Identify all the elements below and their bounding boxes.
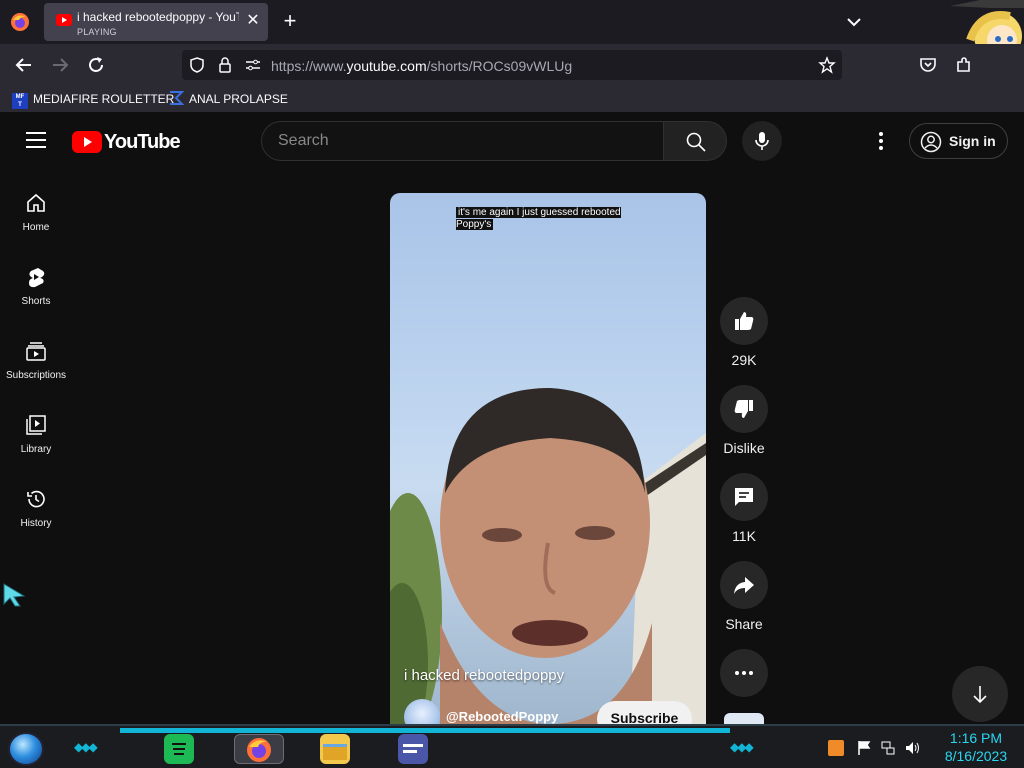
browser-navigation-bar: https://www.youtube.com/shorts/ROCs09vWL… [0, 44, 1024, 86]
close-tab-icon[interactable]: ✕ [244, 12, 262, 30]
sidebar-item-home[interactable]: Home [0, 192, 72, 266]
back-arrow-icon[interactable] [10, 51, 38, 79]
like-count: 29K [731, 352, 757, 368]
bookmark-star-icon[interactable] [818, 56, 836, 74]
comment-icon [735, 488, 753, 506]
clock-time[interactable]: 1:16 PM [936, 730, 1016, 746]
sign-in-button[interactable]: Sign in [909, 123, 1008, 159]
start-button[interactable] [8, 732, 44, 766]
browser-tab-active[interactable]: i hacked rebootedpoppy - YouTube PLAYING… [44, 3, 268, 41]
firefox-menu-icon[interactable] [10, 12, 30, 32]
thumbs-down-icon [734, 400, 753, 418]
tray-app-icon[interactable] [828, 740, 844, 756]
taskbar-decoration-icon: ◆◆◆ [730, 740, 754, 754]
hamburger-menu-icon[interactable] [26, 132, 46, 148]
bookmark-sigma-icon [170, 91, 184, 105]
youtube-favicon-icon [56, 14, 72, 26]
sidebar-label: Subscriptions [5, 370, 67, 381]
url-text[interactable]: https://www.youtube.com/shorts/ROCs09vWL… [271, 58, 572, 74]
browser-tab-bar: i hacked rebootedpoppy - YouTube PLAYING… [0, 0, 1024, 72]
short-video-player[interactable]: it's me again I just guessed rebooted Po… [390, 193, 706, 724]
mediafire-icon: MF T [12, 93, 28, 109]
tab-title: i hacked rebootedpoppy - YouTube [77, 10, 239, 24]
channel-name[interactable]: @RebootedPoppy [446, 709, 558, 724]
forward-arrow-icon[interactable] [46, 51, 74, 79]
lock-icon[interactable] [216, 56, 234, 74]
share-label: Share [725, 616, 763, 632]
microphone-icon [755, 132, 769, 150]
share-button[interactable] [720, 561, 768, 609]
sidebar-item-history[interactable]: History [0, 488, 72, 562]
youtube-play-logo-icon [72, 131, 102, 153]
site-permissions-icon[interactable] [244, 56, 262, 74]
library-icon [26, 415, 46, 435]
more-actions-button[interactable] [720, 649, 768, 697]
more-horizontal-icon [735, 671, 753, 675]
bookmark-mediafire[interactable]: MF T MEDIAFIRE ROULETTER [12, 90, 174, 109]
short-title[interactable]: i hacked rebootedpoppy [404, 667, 564, 684]
sidebar-label: History [20, 518, 52, 529]
sidebar-item-shorts[interactable]: Shorts [0, 266, 72, 340]
youtube-logo[interactable]: YouTube [72, 131, 181, 153]
action-center-flag-icon[interactable] [856, 740, 872, 756]
sidebar-label: Shorts [21, 296, 51, 307]
pocket-icon[interactable] [918, 55, 938, 75]
home-icon [27, 193, 45, 212]
search-button[interactable] [663, 121, 727, 161]
bookmarks-toolbar: MF T MEDIAFIRE ROULETTER ANAL PROLAPSE [0, 86, 1024, 112]
comments-button[interactable] [720, 473, 768, 521]
reload-icon[interactable] [82, 51, 110, 79]
voice-search-button[interactable] [742, 121, 782, 161]
firefox-app-icon [247, 738, 271, 762]
sidebar-label: Home [22, 222, 50, 233]
network-icon[interactable] [880, 740, 896, 756]
search-input[interactable]: Search [261, 121, 664, 161]
audio-thumbnail[interactable] [724, 713, 764, 724]
clock-date[interactable]: 8/16/2023 [936, 748, 1016, 764]
video-frame-image [390, 388, 706, 724]
tracking-protection-shield-icon[interactable] [188, 56, 206, 74]
search-placeholder: Search [278, 132, 329, 149]
search-icon [686, 132, 706, 152]
video-caption: it's me again I just guessed rebooted Po… [456, 207, 621, 230]
chevron-down-icon[interactable] [844, 12, 864, 32]
history-icon [27, 490, 45, 508]
share-arrow-icon [734, 577, 754, 594]
subscribe-button[interactable]: Subscribe [597, 701, 692, 724]
taskbar: ◆◆◆ ◆◆◆ 1:16 PM 8/16/2023 [0, 724, 1024, 768]
shorts-icon [29, 268, 45, 288]
bookmark-second[interactable]: ANAL PROLAPSE [168, 90, 288, 108]
more-options-icon[interactable] [869, 129, 893, 153]
spotify-app-icon[interactable] [164, 734, 194, 764]
like-button[interactable] [720, 297, 768, 345]
address-bar[interactable]: https://www.youtube.com/shorts/ROCs09vWL… [182, 50, 842, 80]
arrow-down-icon [973, 686, 987, 704]
extensions-puzzle-icon[interactable] [954, 55, 974, 75]
new-tab-button[interactable]: + [280, 10, 300, 34]
tab-playing-status: PLAYING [77, 27, 117, 37]
firefox-taskbar-button[interactable] [234, 734, 284, 764]
youtube-page: YouTube Search Sign in Home Shorts Subsc… [0, 112, 1024, 724]
mouse-cursor-icon [3, 583, 26, 607]
control-panel-icon[interactable] [398, 734, 428, 764]
comment-count: 11K [732, 528, 756, 544]
sidebar-item-subscriptions[interactable]: Subscriptions [0, 340, 72, 414]
sidebar-label: Library [20, 444, 52, 455]
subscriptions-icon [26, 342, 46, 361]
sidebar-item-library[interactable]: Library [0, 414, 72, 488]
next-short-button[interactable] [952, 666, 1008, 722]
thumbs-up-icon [735, 312, 754, 330]
youtube-logo-text: YouTube [104, 131, 181, 153]
volume-icon[interactable] [904, 740, 920, 756]
sign-in-label: Sign in [949, 133, 996, 149]
taskbar-accent-stripe [120, 728, 730, 733]
account-circle-icon [920, 131, 942, 153]
taskbar-decoration-icon: ◆◆◆ [74, 740, 98, 754]
dislike-label: Dislike [723, 440, 765, 456]
file-explorer-icon[interactable] [320, 734, 350, 764]
subscribe-label: Subscribe [610, 710, 679, 724]
dislike-button[interactable] [720, 385, 768, 433]
